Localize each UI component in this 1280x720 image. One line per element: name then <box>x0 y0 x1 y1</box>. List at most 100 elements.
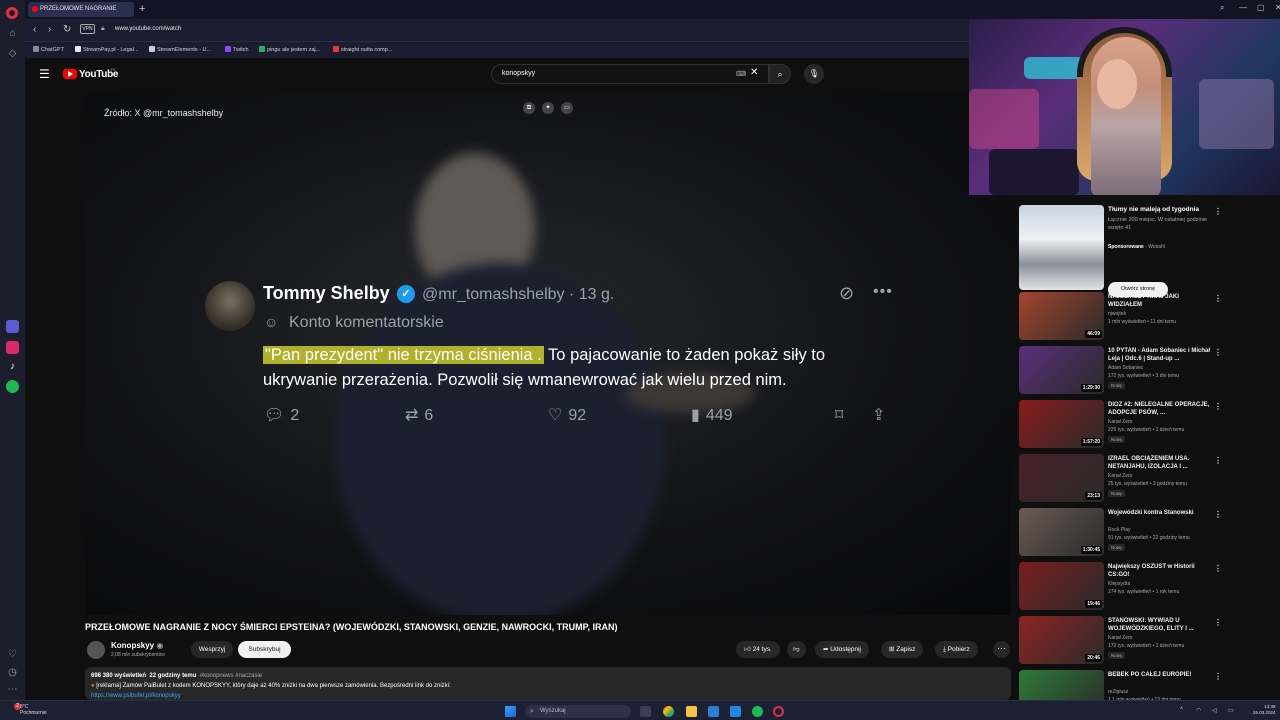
wifi-icon[interactable]: ◠ <box>1196 707 1201 714</box>
like-button[interactable]: 👍︎ 24 tys. <box>736 641 780 658</box>
video-thumbnail[interactable]: 19:46 <box>1019 562 1104 610</box>
video-title[interactable]: 10 PYTAŃ - Adam Sobaniec i Michał Leja |… <box>1108 347 1212 363</box>
more-options-icon[interactable]: ⋮ <box>1214 348 1222 357</box>
maximize-icon[interactable]: ▢ <box>1257 3 1265 12</box>
bookmark-item[interactable]: StreamElements - U... <box>149 46 211 53</box>
download-button[interactable]: ⤓ Pobierz <box>935 641 978 658</box>
clock[interactable]: 13:38 26.03.2024 <box>1253 704 1276 716</box>
more-options-icon[interactable]: ⋮ <box>1214 564 1222 573</box>
home-icon[interactable]: ⌂ <box>6 27 19 40</box>
subscribe-button[interactable]: Subskrybuj <box>238 641 291 658</box>
recommendation-item[interactable]: 46:09 NAJDZIKSZY KRAJ JAKI WIDZIAŁEM njwoj… <box>1018 292 1228 346</box>
workspace-icon[interactable] <box>6 320 19 333</box>
start-icon[interactable] <box>505 706 516 717</box>
tray-arrow-icon[interactable]: ^ <box>1180 707 1183 713</box>
bookmark-item[interactable]: StreamPay.pl - Legal... <box>75 46 139 53</box>
battery-icon[interactable]: ▭ <box>1228 707 1234 714</box>
reload-icon[interactable]: ↻ <box>63 23 71 37</box>
history-icon[interactable]: ◷ <box>6 666 19 679</box>
more-options-icon[interactable]: ⋮ <box>1214 456 1222 465</box>
video-title[interactable]: STANOWSKI: WYWIAD U WOJEWÓDZKIEGO, ELITY… <box>1108 617 1212 633</box>
spotify-taskbar-icon[interactable] <box>752 706 763 717</box>
channel-name[interactable]: Kanał Zero <box>1108 419 1132 425</box>
search-input[interactable]: konopskyy ⌨ ✕ <box>491 64 769 84</box>
video-title[interactable]: Wojewódzki kontra Stanowski <box>1108 509 1212 517</box>
lock-icon[interactable]: 🔒︎ <box>101 25 105 33</box>
clear-search-icon[interactable]: ✕ <box>750 67 758 78</box>
channel-name[interactable]: Klepsydra <box>1108 581 1130 587</box>
back-icon[interactable]: ‹ <box>33 23 36 37</box>
forward-icon[interactable]: › <box>48 23 51 37</box>
ad-thumbnail[interactable] <box>1019 205 1104 290</box>
aria-icon[interactable]: ◇ <box>6 47 19 60</box>
video-thumbnail[interactable]: 1:30:45 <box>1019 508 1104 556</box>
bookmark-item[interactable]: straight outta comp... <box>333 46 392 53</box>
video-thumbnail[interactable]: 1:57:20 <box>1019 400 1104 448</box>
bookmark-item[interactable]: ChatGPT <box>33 46 64 53</box>
taskbar-search[interactable]: ⌕ Wyszukaj <box>525 705 631 718</box>
keyboard-icon[interactable]: ⌨ <box>736 70 746 78</box>
miniplayer-icon[interactable]: ⧉ <box>523 102 535 114</box>
more-options-icon[interactable]: ⋮ <box>1214 618 1222 627</box>
recommendation-item[interactable]: 1:29:30 10 PYTAŃ - Adam Sobaniec i Michał… <box>1018 346 1228 400</box>
dislike-button[interactable]: 👎︎ <box>787 641 806 658</box>
search-tabs-icon[interactable]: ⌕ <box>1220 3 1224 13</box>
store-icon[interactable] <box>708 706 719 717</box>
recommendation-item[interactable]: 23:13 IZRAEL OBCIĄŻENIEM USA. NETANJAHU, … <box>1018 454 1228 508</box>
close-window-icon[interactable]: ✕ <box>1275 3 1280 12</box>
channel-name[interactable]: Kanał Zero <box>1108 473 1132 479</box>
support-button[interactable]: Wesprzyj <box>191 641 233 658</box>
channel-name[interactable]: Rock Play <box>1108 527 1131 533</box>
channel-name[interactable]: reZigiusz <box>1108 689 1128 695</box>
video-title[interactable]: DIOZ #2: NIELEGALNE OPERACJE, ADOPCJE PS… <box>1108 401 1212 417</box>
bookmark-item[interactable]: Twitch <box>225 46 249 53</box>
file-explorer-icon[interactable] <box>686 706 697 717</box>
recommendation-item[interactable]: 20:46 STANOWSKI: WYWIAD U WOJEWÓDZKIEGO, … <box>1018 616 1228 670</box>
edge-icon[interactable] <box>730 706 741 717</box>
new-tab-button[interactable]: + <box>139 2 145 16</box>
bookmark-item[interactable]: pingu ale jestem zaj... <box>259 46 320 53</box>
more-options-icon[interactable]: ⋮ <box>1214 672 1222 681</box>
more-options-icon[interactable]: ⋮ <box>1214 294 1222 303</box>
more-options-icon[interactable]: ⋮ <box>1214 510 1222 519</box>
recommendation-item[interactable]: 1:57:20 DIOZ #2: NIELEGALNE OPERACJE, ADO… <box>1018 400 1228 454</box>
recommendation-item[interactable]: 1:30:45 Wojewódzki kontra Stanowski Rock P… <box>1018 508 1228 562</box>
heart-icon[interactable]: ♡ <box>6 648 19 661</box>
video-thumbnail[interactable]: 46:09 <box>1019 292 1104 340</box>
description-box[interactable]: 698 380 wyświetleń 22 godziny temu #kono… <box>85 667 1011 700</box>
video-thumbnail[interactable]: 20:46 <box>1019 616 1104 664</box>
instagram-icon[interactable] <box>6 341 19 354</box>
voice-search-button[interactable]: 🎙︎ <box>804 64 824 84</box>
ad-card[interactable]: Tłumy nie maleją od tygodnia Łącznie 200… <box>1018 205 1228 297</box>
video-thumbnail[interactable] <box>1019 670 1104 700</box>
share-button[interactable]: ➦ Udostępnij <box>815 641 869 658</box>
chrome-icon[interactable] <box>663 706 674 717</box>
channel-avatar[interactable] <box>87 641 105 659</box>
weather-widget[interactable]: 8°C Pochmurnie <box>20 704 47 716</box>
description-link[interactable]: https://www.psibufet.pl/konopskyy <box>91 693 181 699</box>
minimize-icon[interactable]: — <box>1239 3 1247 12</box>
cast-icon[interactable]: ▭ <box>561 102 573 114</box>
spotify-icon[interactable] <box>6 380 19 393</box>
volume-icon[interactable]: ◁ <box>1212 707 1217 714</box>
channel-name[interactable]: Adam Sobaniec <box>1108 365 1143 371</box>
share-overlay-icon[interactable]: ✦ <box>542 102 554 114</box>
more-options-icon[interactable]: ⋮ <box>1214 402 1222 411</box>
recommendation-item[interactable]: 19:46 Największy OSZUST w Historii CS:GO!… <box>1018 562 1228 616</box>
video-thumbnail[interactable]: 1:29:30 <box>1019 346 1104 394</box>
video-title[interactable]: IZRAEL OBCIĄŻENIEM USA. NETANJAHU, IZOLA… <box>1108 455 1212 471</box>
ad-more-icon[interactable]: ⋮ <box>1214 207 1222 216</box>
tiktok-icon[interactable]: ♪ <box>6 360 19 373</box>
channel-name[interactable]: Kanał Zero <box>1108 635 1132 641</box>
tab-active[interactable]: PRZEŁOMOWE NAGRANIE <box>28 2 134 17</box>
video-title[interactable]: NAJDZIKSZY KRAJ JAKI WIDZIAŁEM <box>1108 293 1212 309</box>
opera-logo-icon[interactable] <box>6 7 18 19</box>
channel-name[interactable]: njwojtek <box>1108 311 1126 317</box>
search-button[interactable]: ⌕ <box>769 64 791 84</box>
menu-icon[interactable]: ☰ <box>39 67 50 81</box>
recommendation-item[interactable]: BEBEK PO CAŁEJ EUROPIE! reZigiusz 1,1 mln … <box>1018 670 1228 700</box>
vpn-badge[interactable]: VPN <box>80 24 95 34</box>
video-player[interactable]: Źródło: X @mr_tomashshelby ⧉ ✦ ▭ Tommy S… <box>85 93 1011 615</box>
more-icon[interactable]: ⋯ <box>6 683 19 696</box>
url-field[interactable]: www.youtube.com/watch <box>115 26 181 32</box>
